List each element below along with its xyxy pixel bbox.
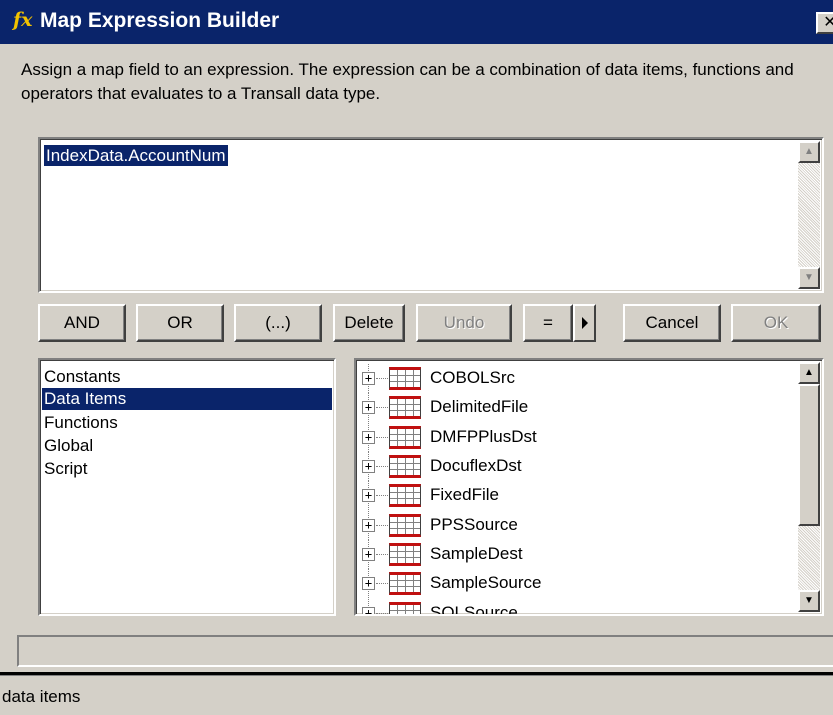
category-item-data-items[interactable]: Data Items — [42, 388, 332, 410]
table-icon — [389, 602, 421, 614]
fx-function-icon: fx — [13, 9, 33, 31]
and-button[interactable]: AND — [38, 304, 126, 342]
tree-item-label: DocuflexDst — [430, 456, 522, 475]
operator-menu-button[interactable] — [573, 304, 596, 342]
tree-item[interactable]: + COBOLSrc — [356, 364, 796, 393]
tree-item-label: DMFPPlusDst — [430, 427, 537, 446]
delete-button[interactable]: Delete — [333, 304, 405, 342]
table-icon — [389, 396, 421, 419]
status-panel — [17, 635, 833, 667]
close-button[interactable]: ✕ — [816, 12, 833, 34]
tree-item-label: FixedFile — [430, 485, 499, 504]
instructions-text: Assign a map field to an expression. The… — [21, 60, 794, 103]
ok-button[interactable]: OK — [731, 304, 821, 342]
expand-icon[interactable]: + — [362, 489, 375, 502]
category-list[interactable]: Constants Data Items Functions Global Sc… — [38, 358, 336, 616]
tree-scrollbar[interactable]: ▲ ▼ — [798, 362, 820, 612]
tree-item[interactable]: + PPSSource — [356, 511, 796, 540]
table-icon — [389, 543, 421, 566]
table-icon — [389, 455, 421, 478]
window-title: Map Expression Builder — [40, 9, 280, 32]
tree-item[interactable]: + DelimitedFile — [356, 393, 796, 422]
tree-item-label: SampleSource — [430, 573, 542, 592]
status-text: data items — [2, 687, 81, 706]
expression-text[interactable]: IndexData.AccountNum — [44, 145, 228, 166]
expand-icon[interactable]: + — [362, 577, 375, 590]
tree-item-label: SQLSource — [430, 603, 518, 614]
expand-icon[interactable]: + — [362, 431, 375, 444]
expression-scrollbar[interactable]: ▲ ▼ — [798, 141, 820, 289]
table-icon — [389, 484, 421, 507]
tree-item-label: SampleDest — [430, 544, 523, 563]
expand-icon[interactable]: + — [362, 401, 375, 414]
category-item-functions[interactable]: Functions — [42, 412, 332, 434]
cancel-button[interactable]: Cancel — [623, 304, 721, 342]
tree-item-label: COBOLSrc — [430, 368, 516, 387]
scrollbar-thumb[interactable] — [798, 384, 820, 526]
expression-editor[interactable]: IndexData.AccountNum ▲ ▼ — [38, 137, 824, 293]
table-icon — [389, 514, 421, 537]
chevron-right-icon — [582, 317, 588, 329]
expand-icon[interactable]: + — [362, 548, 375, 561]
status-bar: data items — [0, 679, 833, 715]
title-bar: fx Map Expression Builder ✕ — [0, 0, 833, 44]
category-item-script[interactable]: Script — [42, 458, 332, 480]
tree-item[interactable]: + SQLSource — [356, 599, 796, 614]
tree-item[interactable]: + DMFPPlusDst — [356, 423, 796, 452]
table-icon — [389, 572, 421, 595]
tree-item-label: DelimitedFile — [430, 397, 529, 416]
category-item-constants[interactable]: Constants — [42, 366, 332, 388]
tree-item[interactable]: + SampleDest — [356, 540, 796, 569]
scroll-down-icon[interactable]: ▼ — [798, 267, 820, 289]
equals-button[interactable]: = — [523, 304, 573, 342]
tree-item[interactable]: + FixedFile — [356, 481, 796, 510]
expand-icon[interactable]: + — [362, 519, 375, 532]
expand-icon[interactable]: + — [362, 460, 375, 473]
expand-icon[interactable]: + — [362, 607, 375, 614]
undo-button[interactable]: Undo — [416, 304, 512, 342]
table-icon — [389, 367, 421, 390]
or-button[interactable]: OR — [136, 304, 224, 342]
scroll-down-icon[interactable]: ▼ — [798, 590, 820, 612]
tree-item-label: PPSSource — [430, 515, 518, 534]
data-items-tree[interactable]: + COBOLSrc + DelimitedFile + DMFPPlusDst… — [354, 358, 824, 616]
parentheses-button[interactable]: (...) — [234, 304, 322, 342]
tree-item[interactable]: + DocuflexDst — [356, 452, 796, 481]
divider — [0, 672, 833, 676]
scroll-up-icon[interactable]: ▲ — [798, 141, 820, 163]
tree-item[interactable]: + SampleSource — [356, 569, 796, 598]
category-item-global[interactable]: Global — [42, 435, 332, 457]
scroll-up-icon[interactable]: ▲ — [798, 362, 820, 384]
table-icon — [389, 426, 421, 449]
expand-icon[interactable]: + — [362, 372, 375, 385]
close-icon: ✕ — [823, 14, 833, 31]
